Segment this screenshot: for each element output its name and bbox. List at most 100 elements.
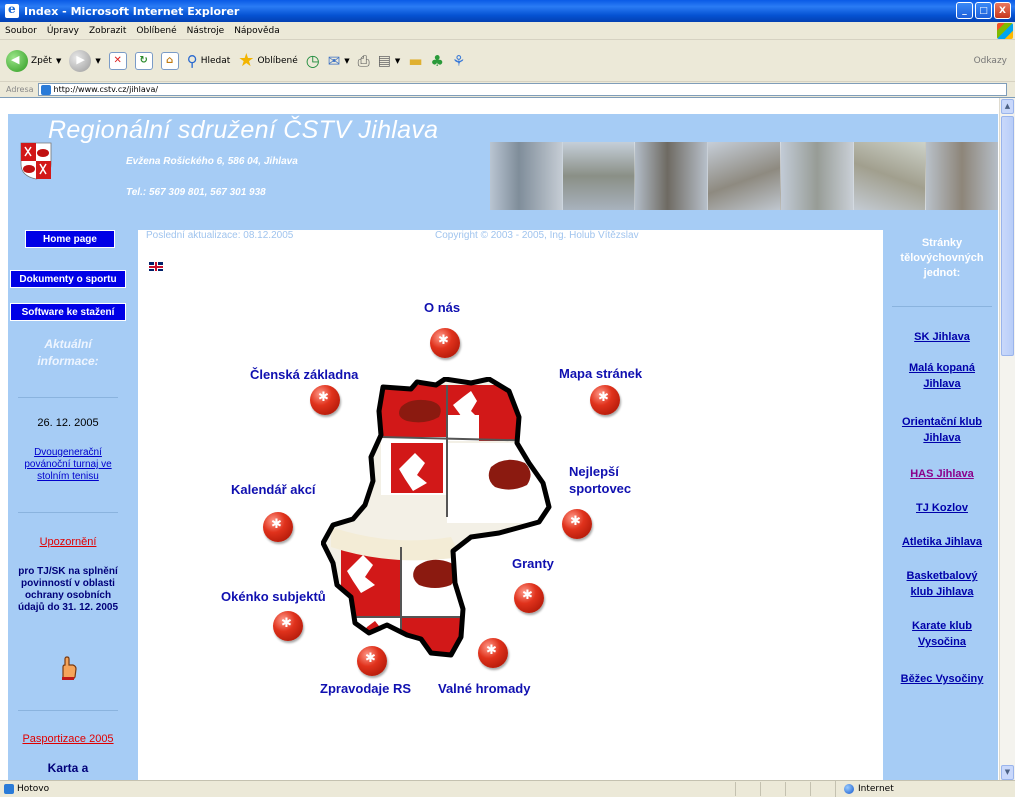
messenger-button[interactable]: ♣: [429, 48, 446, 74]
club-link[interactable]: Basketbalový klub Jihlava: [896, 568, 988, 600]
nav-zpravodaje-ball-icon[interactable]: [357, 646, 387, 676]
nav-mapa-stranek[interactable]: Mapa stránek: [559, 365, 642, 382]
banner-photo: [635, 142, 709, 210]
clubs-heading: Stránky tělovýchovných jednot:: [900, 237, 984, 279]
nav-clenska-zakladna[interactable]: Členská základna: [250, 366, 358, 383]
history-button[interactable]: ◷: [304, 48, 322, 74]
nav-zpravodaje-rs[interactable]: Zpravodaje RS: [320, 680, 411, 697]
documents-button[interactable]: Dokumenty o sportu: [10, 270, 126, 288]
status-cell: [735, 782, 736, 796]
internet-explorer-icon: [5, 2, 19, 18]
search-button[interactable]: ⚲ Hledat: [185, 48, 233, 74]
close-button[interactable]: X: [994, 2, 1011, 19]
nav-kalendar-ball-icon[interactable]: [263, 512, 293, 542]
minimize-button[interactable]: _: [956, 2, 973, 19]
scroll-down-icon[interactable]: ▼: [1001, 765, 1014, 780]
banner-photo: [853, 142, 927, 210]
sidebar-divider: [18, 397, 118, 398]
address-input[interactable]: http://www.cstv.cz/jihlava/: [37, 83, 1007, 96]
last-updated: Poslední aktualizace: 08.12.2005: [146, 230, 294, 241]
refresh-button[interactable]: ↻: [133, 48, 155, 74]
research-icon: ⚘: [451, 51, 466, 70]
chevron-down-icon[interactable]: ▼: [95, 57, 100, 65]
club-link[interactable]: Orientační klub Jihlava: [886, 414, 998, 446]
edit-button[interactable]: ▤ ▼: [376, 48, 403, 74]
pasport-link[interactable]: Pasportizace 2005: [8, 733, 128, 745]
window-controls: _ □ X: [956, 2, 1011, 19]
print-icon: ⎙: [357, 51, 370, 70]
news-date: 26. 12. 2005: [37, 417, 99, 429]
club-link[interactable]: Běžec Vysočiny: [886, 671, 998, 687]
nav-okenko-ball-icon[interactable]: [273, 611, 303, 641]
mail-button[interactable]: ✉ ▼: [326, 48, 352, 74]
scroll-up-icon[interactable]: ▲: [1001, 99, 1014, 114]
nav-o-nas-ball-icon[interactable]: [430, 328, 460, 358]
status-text: Hotovo: [17, 783, 50, 794]
stop-button[interactable]: ✕: [107, 48, 129, 74]
club-link[interactable]: SK Jihlava: [886, 329, 998, 345]
forward-button[interactable]: ▼: [67, 48, 102, 74]
club-link[interactable]: TJ Kozlov: [886, 500, 998, 516]
research-button[interactable]: ⚘: [450, 48, 467, 74]
back-button[interactable]: Zpět ▼: [4, 48, 63, 74]
address-bar: Adresa http://www.cstv.cz/jihlava/: [0, 82, 1015, 97]
print-button[interactable]: ⎙: [356, 48, 372, 74]
nav-nejlepsi-ball-icon[interactable]: [562, 509, 592, 539]
browser-viewport: Regionální sdružení ČSTV Jihlava Evžena …: [0, 97, 1015, 780]
header-address: Evžena Rošického 6, 586 04, Jihlava: [126, 156, 298, 167]
chevron-down-icon[interactable]: ▼: [395, 57, 400, 65]
window-title: Index - Microsoft Internet Explorer: [24, 4, 240, 18]
pointing-hand-icon: [57, 655, 79, 681]
right-sidebar: Stránky tělovýchovných jednot: SK Jihlav…: [886, 230, 998, 780]
zone-label: Internet: [858, 783, 894, 794]
menu-edit[interactable]: Úpravy: [42, 26, 84, 36]
folder-button[interactable]: ▬: [406, 48, 424, 74]
nav-valne-ball-icon[interactable]: [478, 638, 508, 668]
site-title: Regionální sdružení ČSTV Jihlava: [48, 116, 439, 144]
software-button[interactable]: Software ke stažení: [10, 303, 126, 321]
status-bar: Hotovo Internet: [0, 780, 1015, 797]
left-sidebar: Home page Dokumenty o sportu Software ke…: [8, 230, 133, 780]
vertical-scrollbar[interactable]: ▲ ▼: [999, 98, 1015, 780]
club-link[interactable]: Atletika Jihlava: [886, 534, 998, 550]
address-label: Adresa: [6, 85, 34, 94]
copyright: Copyright © 2003 - 2005, Ing. Holub Vítě…: [435, 230, 639, 241]
nav-valne-hromady[interactable]: Valné hromady: [438, 680, 530, 697]
nav-okenko-subjektu[interactable]: Okénko subjektů: [221, 588, 326, 605]
menu-file[interactable]: Soubor: [0, 26, 42, 36]
karta-link[interactable]: Karta a: [8, 761, 128, 775]
menu-view[interactable]: Zobrazit: [84, 26, 131, 36]
club-link[interactable]: Karate klub Vysočina: [900, 618, 984, 650]
home-button[interactable]: ⌂: [159, 48, 181, 74]
menu-favorites[interactable]: Oblíbené: [131, 26, 181, 36]
favorites-button[interactable]: ★ Oblíbené: [236, 48, 299, 74]
nav-clenska-ball-icon[interactable]: [310, 385, 340, 415]
english-flag-icon[interactable]: [149, 262, 163, 271]
club-link[interactable]: Malá kopaná Jihlava: [900, 360, 984, 392]
club-link[interactable]: HAS Jihlava: [886, 466, 998, 482]
coat-of-arms-icon: [20, 142, 52, 180]
scrollbar-thumb[interactable]: [1001, 116, 1014, 356]
news-link[interactable]: Dvougenerační povánoční turnaj ve stolní…: [16, 447, 120, 483]
menu-help[interactable]: Nápověda: [229, 26, 285, 36]
nav-granty[interactable]: Granty: [512, 555, 554, 572]
nav-mapa-ball-icon[interactable]: [590, 385, 620, 415]
stop-icon: ✕: [108, 51, 127, 70]
refresh-icon: ↻: [134, 51, 153, 70]
home-page-button[interactable]: Home page: [25, 230, 115, 248]
chevron-down-icon[interactable]: ▼: [56, 57, 61, 65]
warning-link[interactable]: Upozornění: [8, 536, 128, 548]
links-label[interactable]: Odkazy: [974, 56, 1007, 66]
nav-kalendar-akci[interactable]: Kalendář akcí: [231, 481, 316, 498]
favorites-label: Oblíbené: [257, 55, 298, 66]
banner-photo: [562, 142, 636, 210]
banner-photo: [490, 142, 563, 210]
menu-tools[interactable]: Nástroje: [182, 26, 230, 36]
address-url: http://www.cstv.cz/jihlava/: [53, 85, 159, 94]
banner-photo: [926, 142, 999, 210]
nav-o-nas[interactable]: O nás: [424, 299, 460, 316]
nav-nejlepsi-sportovec[interactable]: Nejlepší sportovec: [569, 463, 631, 497]
nav-granty-ball-icon[interactable]: [514, 583, 544, 613]
maximize-button[interactable]: □: [975, 2, 992, 19]
chevron-down-icon[interactable]: ▼: [344, 57, 349, 65]
